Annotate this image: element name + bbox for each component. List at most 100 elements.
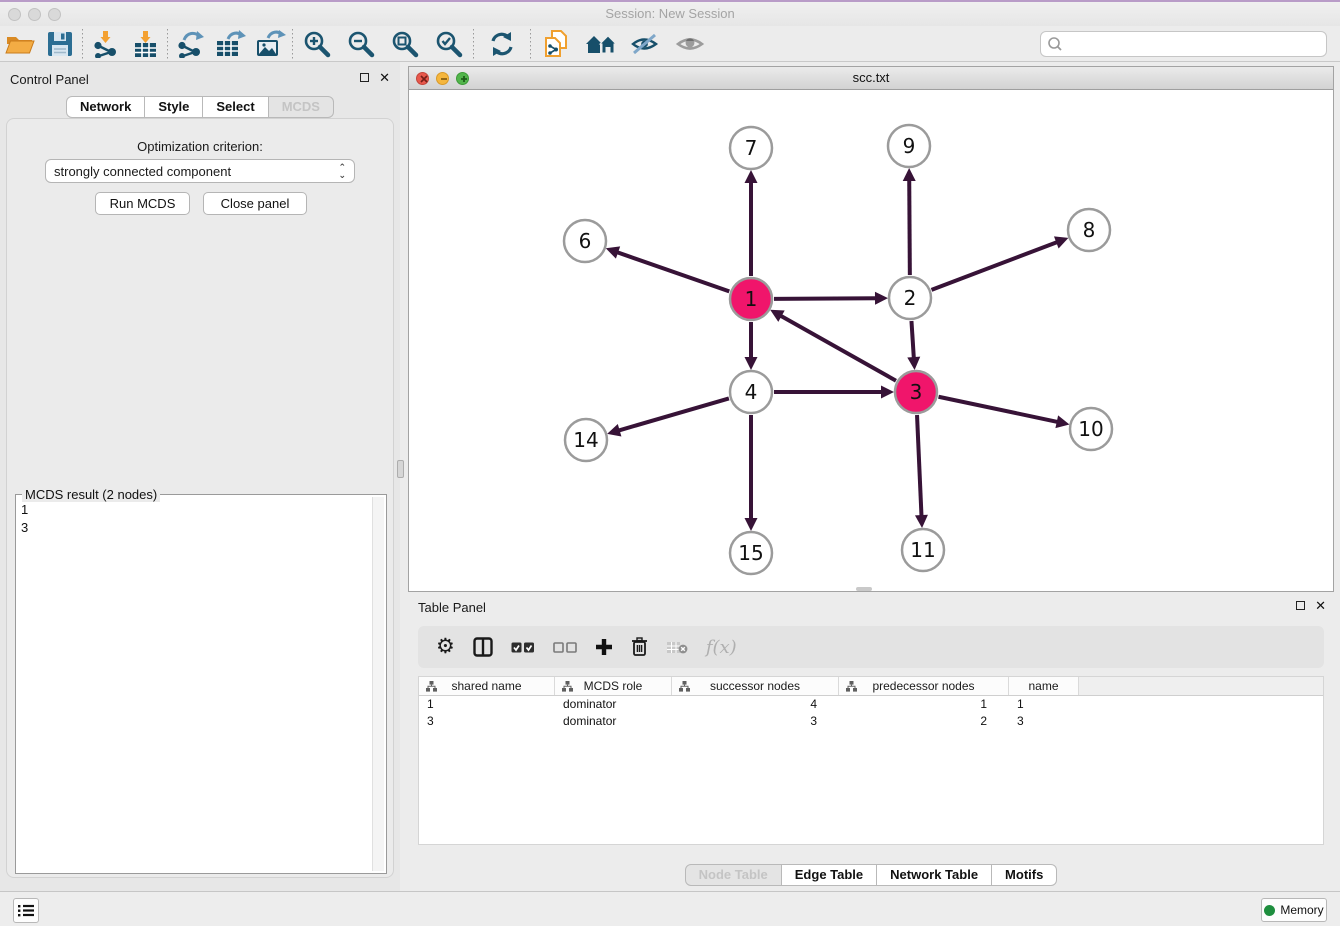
tab-edge-table[interactable]: Edge Table: [782, 864, 877, 886]
edge-1-6[interactable]: [616, 252, 729, 292]
export-image-icon: [254, 30, 286, 58]
import-table-button[interactable]: [125, 28, 165, 60]
search-input[interactable]: [1067, 33, 1326, 55]
toolbar-separator: [530, 29, 531, 59]
export-network-button[interactable]: [170, 28, 210, 60]
edge-3-1[interactable]: [780, 315, 896, 381]
control-panel-tabs: NetworkStyleSelectMCDS: [0, 96, 400, 118]
network-zoom-button[interactable]: [456, 72, 469, 85]
cell-shared-name[interactable]: 3: [419, 713, 555, 730]
canvas-resize-handle[interactable]: [856, 587, 872, 591]
cell-MCDS-role[interactable]: dominator: [555, 696, 672, 713]
mcds-result-scrollbar[interactable]: [372, 497, 384, 871]
float-panel-icon[interactable]: [1296, 601, 1305, 610]
network-minimize-button[interactable]: [436, 72, 449, 85]
edge-3-11[interactable]: [917, 415, 922, 517]
graph-node-label: 1: [745, 287, 758, 311]
search-field[interactable]: [1040, 31, 1327, 57]
cell-predecessor-nodes[interactable]: 2: [839, 713, 1009, 730]
table-row[interactable]: 3dominator323: [419, 713, 1323, 730]
duplicate-network-button[interactable]: [533, 28, 579, 60]
app-zoom-button[interactable]: [48, 8, 61, 21]
graph-node-label: 14: [573, 428, 598, 452]
vertical-splitter-handle[interactable]: [397, 460, 404, 478]
criterion-select[interactable]: strongly connected component ⌃⌄: [45, 159, 355, 183]
table-toolbar: ⚙: [418, 626, 1324, 668]
app-close-button[interactable]: [8, 8, 21, 21]
import-table-icon: [131, 30, 159, 58]
network-window-titlebar[interactable]: scc.txt: [409, 67, 1333, 90]
show-all-button[interactable]: [667, 28, 713, 60]
app-minimize-button[interactable]: [28, 8, 41, 21]
select-stepper-icon: ⌃⌄: [338, 163, 346, 179]
task-history-button[interactable]: [13, 898, 39, 923]
mcds-result-text[interactable]: 1 3: [21, 501, 28, 537]
edge-2-9[interactable]: [909, 179, 910, 275]
tab-motifs[interactable]: Motifs: [992, 864, 1057, 886]
edge-2-3[interactable]: [911, 321, 913, 359]
column-header-name[interactable]: name: [1009, 677, 1079, 695]
graph-node-label: 2: [904, 286, 917, 310]
column-header-MCDS-role[interactable]: MCDS role: [555, 677, 672, 695]
edge-3-10[interactable]: [939, 397, 1059, 422]
cell-successor-nodes[interactable]: 4: [672, 696, 839, 713]
zoom-selected-button[interactable]: [427, 28, 471, 60]
select-all-columns-icon[interactable]: [511, 641, 535, 654]
tab-style[interactable]: Style: [145, 96, 203, 118]
export-network-icon: [175, 30, 205, 58]
network-close-button[interactable]: [416, 72, 429, 85]
memory-button[interactable]: Memory: [1261, 898, 1327, 922]
edge-arrow-icon: [903, 168, 916, 181]
delete-columns-icon[interactable]: [631, 637, 648, 657]
create-column-icon[interactable]: [595, 638, 613, 656]
export-table-icon: [214, 30, 246, 58]
table-panel: Table Panel ✕ ⚙: [408, 595, 1334, 888]
cell-name[interactable]: 3: [1009, 713, 1079, 730]
column-header-shared-name[interactable]: shared name: [419, 677, 555, 695]
edge-4-14[interactable]: [618, 398, 729, 430]
control-panel: Control Panel ✕ NetworkStyleSelectMCDS O…: [0, 62, 400, 891]
run-mcds-button[interactable]: Run MCDS: [95, 192, 190, 215]
close-panel-button[interactable]: Close panel: [203, 192, 307, 215]
network-canvas[interactable]: 7968124314101511: [409, 90, 1333, 591]
cell-successor-nodes[interactable]: 3: [672, 713, 839, 730]
app-title-bar[interactable]: Session: New Session: [0, 0, 1340, 26]
zoom-in-icon: [303, 30, 331, 58]
cell-name[interactable]: 1: [1009, 696, 1079, 713]
cell-MCDS-role[interactable]: dominator: [555, 713, 672, 730]
zoom-out-button[interactable]: [339, 28, 383, 60]
close-panel-icon[interactable]: ✕: [1315, 601, 1326, 610]
column-header-successor-nodes[interactable]: successor nodes: [672, 677, 839, 695]
edge-1-2[interactable]: [774, 298, 877, 299]
unselect-all-columns-icon[interactable]: [553, 641, 577, 654]
refresh-button[interactable]: [476, 28, 528, 60]
table-settings-gear-icon[interactable]: ⚙: [436, 637, 455, 657]
open-file-button[interactable]: [0, 28, 40, 60]
export-table-button[interactable]: [210, 28, 250, 60]
function-builder-icon[interactable]: f(x): [706, 637, 737, 658]
zoom-fit-button[interactable]: [383, 28, 427, 60]
cell-shared-name[interactable]: 1: [419, 696, 555, 713]
table-row[interactable]: 1dominator411: [419, 696, 1323, 713]
home-button[interactable]: [579, 28, 623, 60]
tab-network-table[interactable]: Network Table: [877, 864, 992, 886]
show-columns-icon[interactable]: [473, 637, 493, 657]
tab-node-table[interactable]: Node Table: [685, 864, 782, 886]
save-session-button[interactable]: [40, 28, 80, 60]
tab-network[interactable]: Network: [66, 96, 145, 118]
import-network-button[interactable]: [85, 28, 125, 60]
node-table: shared nameMCDS rolesuccessor nodesprede…: [418, 676, 1324, 845]
column-header-predecessor-nodes[interactable]: predecessor nodes: [839, 677, 1009, 695]
tab-mcds[interactable]: MCDS: [269, 96, 334, 118]
network-graph[interactable]: 7968124314101511: [409, 90, 1333, 591]
cell-predecessor-nodes[interactable]: 1: [839, 696, 1009, 713]
edge-2-8[interactable]: [932, 242, 1059, 290]
float-panel-icon[interactable]: [360, 73, 369, 82]
zoom-in-button[interactable]: [295, 28, 339, 60]
home-icon: [584, 32, 618, 56]
tab-select[interactable]: Select: [203, 96, 268, 118]
export-image-button[interactable]: [250, 28, 290, 60]
close-panel-icon[interactable]: ✕: [379, 73, 390, 82]
hide-selected-button[interactable]: [623, 28, 667, 60]
delete-table-icon[interactable]: [666, 640, 688, 655]
